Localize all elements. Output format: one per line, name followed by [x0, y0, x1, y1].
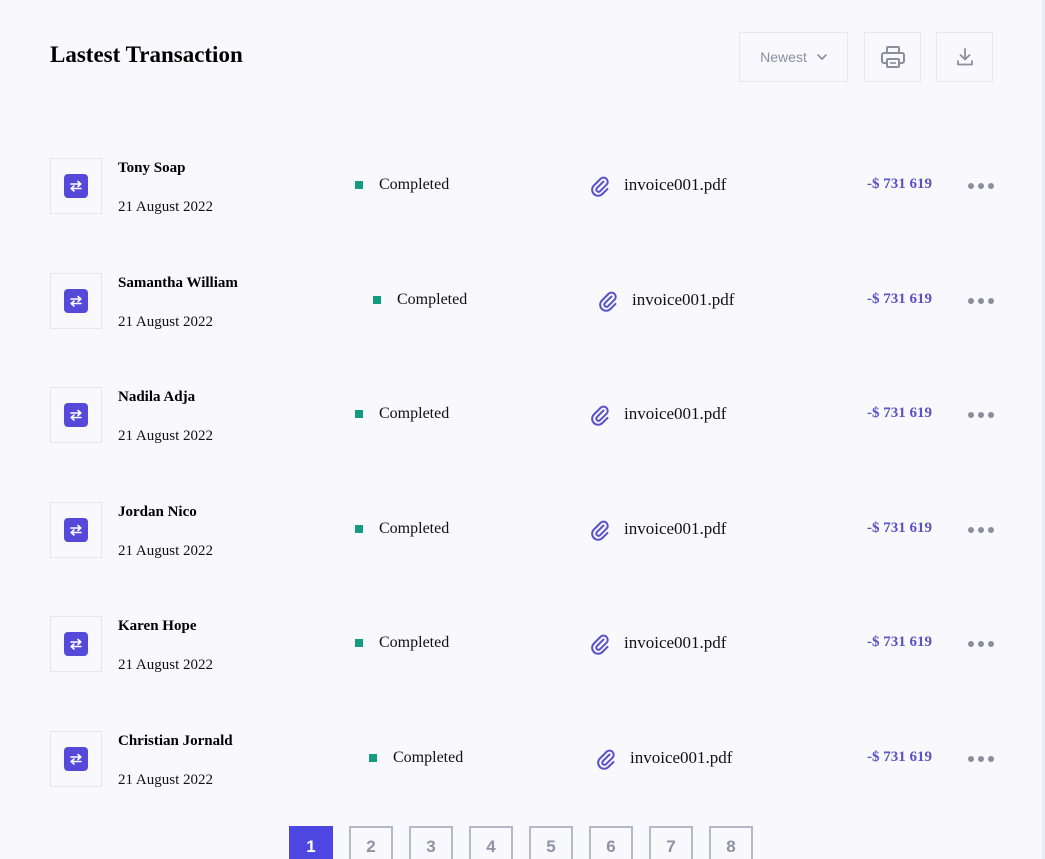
transaction-date: 21 August 2022: [118, 199, 214, 215]
sort-dropdown[interactable]: Newest: [739, 32, 848, 82]
page-button-6[interactable]: 6: [589, 826, 633, 859]
transaction-icon-box: [50, 731, 102, 787]
sort-label: Newest: [760, 49, 807, 65]
status-dot-icon: [373, 296, 381, 304]
status-dot-icon: [355, 525, 363, 533]
transaction-row: Christian Jornald 21 August 2022 Completed…: [0, 701, 1040, 816]
transfer-icon: [64, 403, 88, 427]
invoice-file-link[interactable]: invoice001.pdf: [624, 519, 726, 539]
page-button-3[interactable]: 3: [409, 826, 453, 859]
transaction-icon-box: [50, 387, 102, 443]
invoice-file-link[interactable]: invoice001.pdf: [624, 633, 726, 653]
transaction-icon-box: [50, 616, 102, 672]
customer-name: Nadila Adja: [118, 389, 196, 405]
transaction-icon-box: [50, 158, 102, 214]
transaction-amount: -$ 731 619: [867, 405, 932, 421]
transaction-date: 21 August 2022: [118, 314, 214, 330]
transaction-row: Karen Hope 21 August 2022 Completed invoice…: [0, 586, 1040, 701]
transaction-date: 21 August 2022: [118, 428, 214, 444]
transfer-icon: [64, 289, 88, 313]
transaction-icon-box: [50, 273, 102, 329]
more-options-icon[interactable]: [968, 178, 994, 194]
page-title: Lastest Transaction: [50, 42, 243, 67]
download-button[interactable]: [936, 32, 993, 82]
customer-name: Karen Hope: [118, 618, 197, 634]
status-dot-icon: [355, 639, 363, 647]
invoice-file-link[interactable]: invoice001.pdf: [624, 175, 726, 195]
customer-name: Christian Jornald: [118, 733, 233, 749]
more-options-icon[interactable]: [968, 407, 994, 423]
more-options-icon[interactable]: [968, 751, 994, 767]
status-dot-icon: [355, 410, 363, 418]
page-button-5[interactable]: 5: [529, 826, 573, 859]
status-label: Completed: [393, 749, 464, 766]
transfer-icon: [64, 518, 88, 542]
invoice-file-link[interactable]: invoice001.pdf: [632, 290, 734, 310]
printer-icon: [880, 46, 905, 68]
page-button-1[interactable]: 1: [289, 826, 333, 859]
page-button-8[interactable]: 8: [709, 826, 753, 859]
transaction-icon-box: [50, 502, 102, 558]
download-icon: [956, 48, 973, 66]
more-options-icon[interactable]: [968, 522, 994, 538]
paperclip-icon: [596, 748, 616, 770]
print-button[interactable]: [864, 32, 921, 82]
status-label: Completed: [379, 176, 450, 193]
transaction-row: Jordan Nico 21 August 2022 Completed invoic…: [0, 472, 1040, 587]
customer-name: Tony Soap: [118, 160, 186, 176]
transaction-amount: -$ 731 619: [867, 291, 932, 307]
transaction-row: Samantha William 21 August 2022 Completed i…: [0, 243, 1040, 358]
transaction-amount: -$ 731 619: [867, 749, 932, 765]
paperclip-icon: [590, 175, 610, 197]
chevron-down-icon: [817, 54, 827, 60]
transaction-date: 21 August 2022: [118, 543, 214, 559]
transaction-amount: -$ 731 619: [867, 520, 932, 536]
customer-name: Samantha William: [118, 275, 238, 291]
transaction-amount: -$ 731 619: [867, 176, 932, 192]
page-button-7[interactable]: 7: [649, 826, 693, 859]
transaction-date: 21 August 2022: [118, 772, 214, 788]
status-dot-icon: [355, 181, 363, 189]
status-label: Completed: [379, 405, 450, 422]
page-button-4[interactable]: 4: [469, 826, 513, 859]
page-button-2[interactable]: 2: [349, 826, 393, 859]
status-label: Completed: [379, 634, 450, 651]
transaction-date: 21 August 2022: [118, 657, 214, 673]
invoice-file-link[interactable]: invoice001.pdf: [624, 404, 726, 424]
customer-name: Jordan Nico: [118, 504, 197, 520]
paperclip-icon: [590, 519, 610, 541]
status-dot-icon: [369, 754, 377, 762]
status-label: Completed: [397, 291, 468, 308]
invoice-file-link[interactable]: invoice001.pdf: [630, 748, 732, 768]
more-options-icon[interactable]: [968, 293, 994, 309]
transfer-icon: [64, 747, 88, 771]
transaction-row: Tony Soap 21 August 2022 Completed invoice0…: [0, 128, 1040, 243]
paperclip-icon: [590, 404, 610, 426]
paperclip-icon: [598, 290, 618, 312]
transaction-amount: -$ 731 619: [867, 634, 932, 650]
status-label: Completed: [379, 520, 450, 537]
paperclip-icon: [590, 633, 610, 655]
transaction-row: Nadila Adja 21 August 2022 Completed invoic…: [0, 357, 1040, 472]
transfer-icon: [64, 174, 88, 198]
more-options-icon[interactable]: [968, 636, 994, 652]
transfer-icon: [64, 632, 88, 656]
